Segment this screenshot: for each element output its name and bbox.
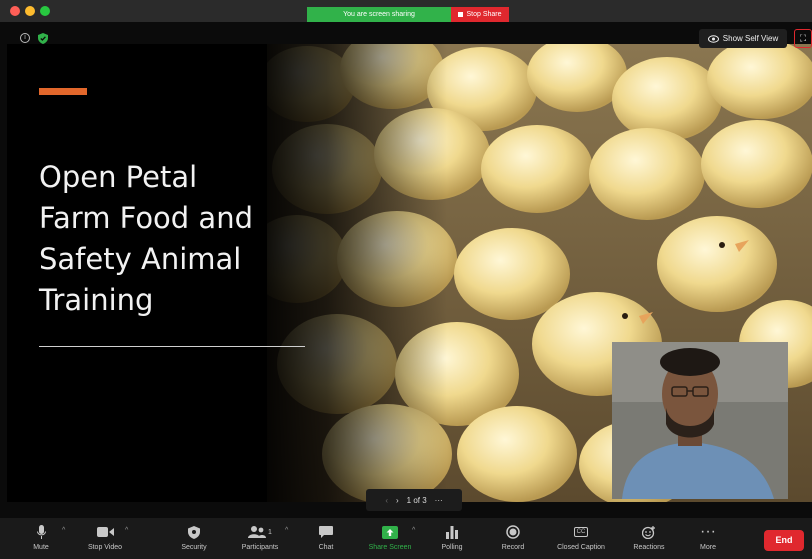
slide-title: Open Petal Farm Food and Safety Animal T…: [39, 157, 309, 321]
record-button[interactable]: Record: [483, 524, 543, 558]
slide-title-line: Farm Food and: [39, 201, 253, 235]
slide-pager: ‹ › 1 of 3 ···: [366, 489, 462, 511]
mute-label: Mute: [33, 544, 49, 551]
show-self-view-label: Show Self View: [722, 34, 779, 43]
next-page-button[interactable]: ›: [396, 496, 399, 505]
more-icon: ···: [700, 523, 716, 540]
zoom-window-button[interactable]: [40, 6, 50, 16]
stop-share-button[interactable]: Stop Share: [451, 7, 509, 22]
record-icon: [506, 525, 520, 539]
show-self-view-button[interactable]: Show Self View: [699, 29, 787, 48]
page-counter: 1 of 3: [406, 495, 427, 505]
closed-caption-label: Closed Caption: [557, 544, 605, 551]
participants-button[interactable]: 1 Participants: [230, 524, 290, 558]
participants-options-caret-icon[interactable]: ^: [285, 527, 288, 534]
audio-options-caret-icon[interactable]: ^: [62, 527, 65, 534]
participants-icon: [248, 526, 267, 538]
smiley-icon: [642, 526, 655, 539]
bar-chart-icon: [446, 525, 458, 539]
slide-title-line: Training: [39, 283, 154, 317]
end-meeting-button[interactable]: End: [764, 530, 804, 551]
more-button[interactable]: ··· More: [678, 523, 738, 558]
pager-more-button[interactable]: ···: [435, 496, 443, 505]
participants-label: Participants: [241, 544, 279, 551]
stop-video-label: Stop Video: [87, 544, 123, 551]
share-screen-label: Share Screen: [368, 544, 412, 551]
stop-share-label: Stop Share: [466, 11, 502, 18]
polling-label: Polling: [441, 544, 463, 551]
reactions-label: Reactions: [633, 544, 665, 551]
stop-icon: [458, 12, 464, 17]
security-label: Security: [181, 544, 207, 551]
security-shield-icon: [188, 525, 200, 539]
meeting-toolbar: Mute ^ Stop Video ^ Security 1 Participa…: [0, 518, 812, 559]
security-button[interactable]: Security: [164, 524, 224, 558]
title-accent-bar: [39, 88, 87, 95]
meeting-info-icon[interactable]: i: [20, 33, 30, 43]
chat-icon: [319, 525, 333, 538]
participants-count: 1: [268, 528, 272, 536]
screen-sharing-indicator: You are screen sharing: [307, 7, 451, 22]
share-screen-icon: [382, 525, 398, 539]
participant-video: [612, 342, 788, 499]
video-options-caret-icon[interactable]: ^: [125, 527, 128, 534]
closed-caption-button[interactable]: CC Closed Caption: [551, 524, 611, 558]
polling-button[interactable]: Polling: [422, 524, 482, 558]
previous-page-button[interactable]: ‹: [385, 496, 388, 505]
reactions-button[interactable]: Reactions: [619, 524, 679, 558]
fullscreen-icon[interactable]: ⛶: [794, 29, 812, 48]
video-camera-icon: [96, 527, 114, 537]
minimize-window-button[interactable]: [25, 6, 35, 16]
more-label: More: [700, 544, 716, 551]
closed-caption-icon: CC: [573, 527, 589, 537]
encryption-shield-icon[interactable]: [38, 33, 48, 44]
microphone-icon: [36, 524, 46, 539]
close-window-button[interactable]: [10, 6, 20, 16]
share-screen-button[interactable]: Share Screen: [360, 524, 420, 558]
chat-button[interactable]: Chat: [296, 524, 356, 558]
title-divider: [39, 346, 305, 347]
chat-label: Chat: [318, 544, 334, 551]
participant-video-tile[interactable]: [612, 342, 788, 499]
eye-icon: [707, 34, 719, 43]
zoom-meeting-window: You are screen sharing Stop Share Open P…: [0, 0, 812, 559]
record-label: Record: [501, 544, 525, 551]
share-options-caret-icon[interactable]: ^: [412, 527, 415, 534]
slide-title-line: Open Petal: [39, 160, 198, 194]
title-bar: You are screen sharing Stop Share: [0, 0, 812, 22]
slide-title-line: Safety Animal: [39, 242, 242, 276]
